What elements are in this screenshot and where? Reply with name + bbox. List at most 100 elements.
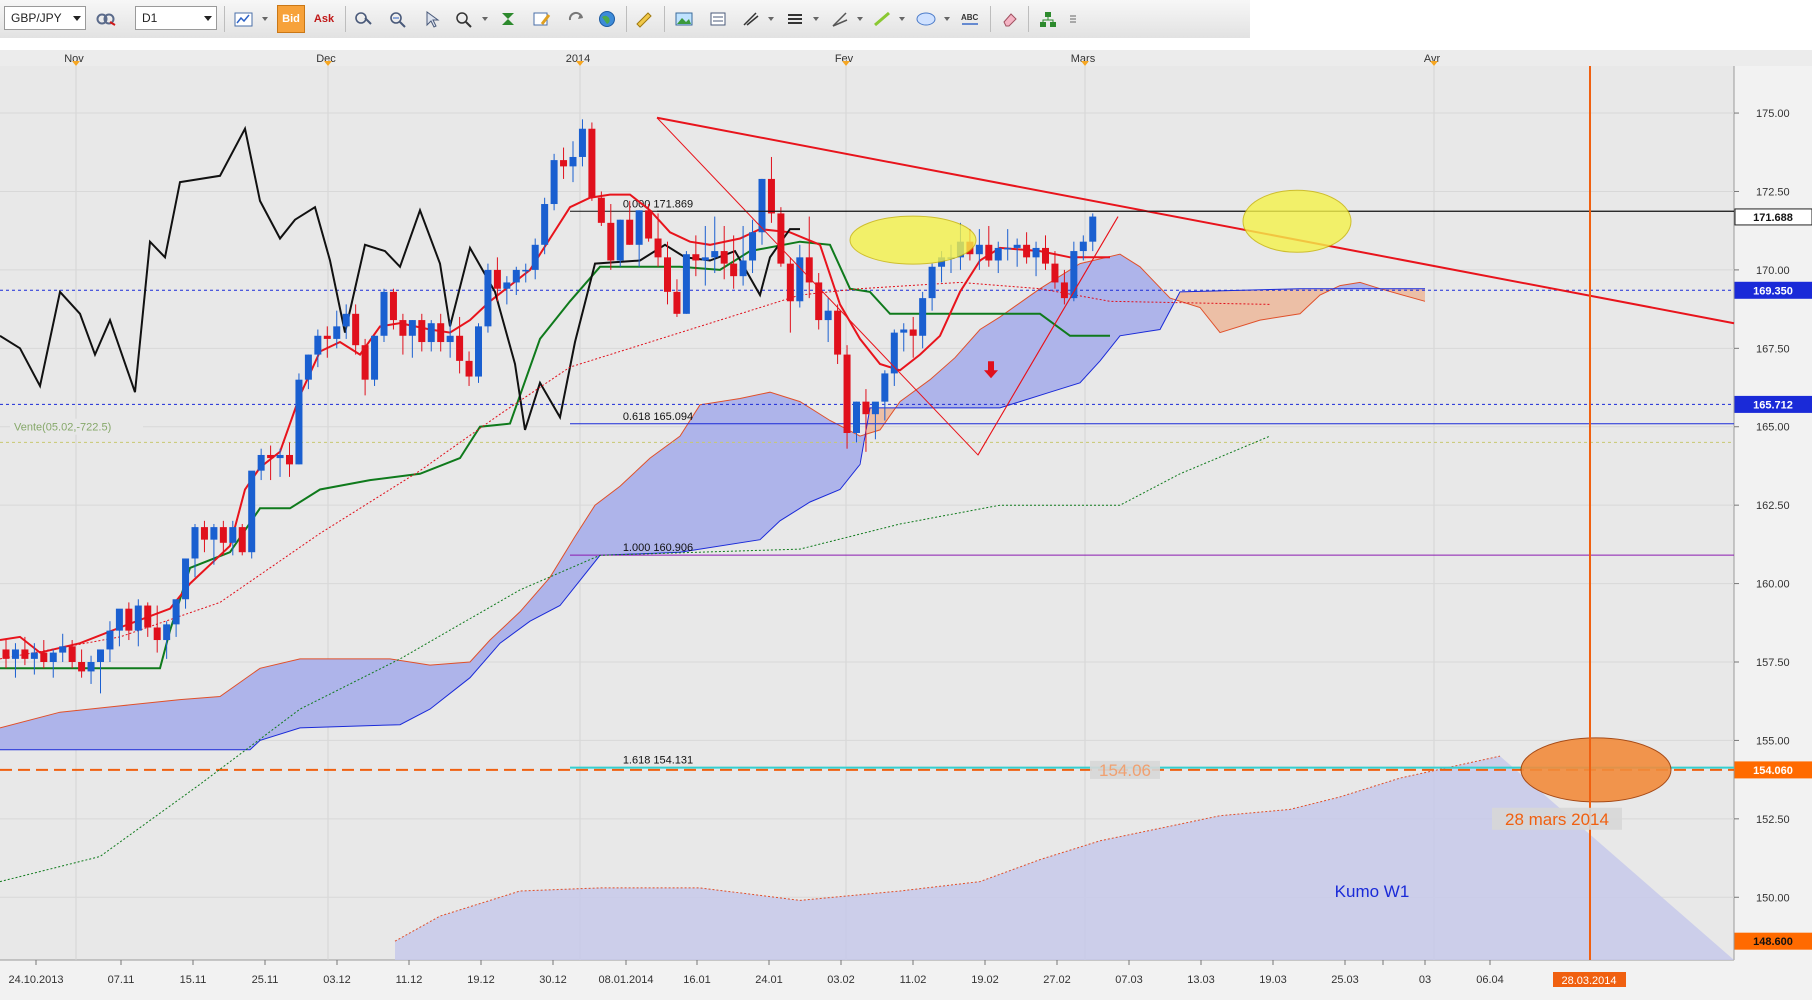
refresh-icon[interactable]	[562, 5, 590, 33]
image-icon[interactable]	[670, 5, 698, 33]
candle-body	[550, 160, 558, 205]
candle-body	[21, 649, 29, 659]
chevron-down-icon[interactable]	[899, 17, 905, 21]
candle-body	[134, 605, 142, 631]
candle-body	[286, 454, 293, 465]
price-axis	[1734, 66, 1812, 960]
chart-area[interactable]: Nov Dec 2014 Fev Mars Avr 0.000 171.8690.618 …	[0, 38, 1812, 1000]
horizontal-line-icon[interactable]	[781, 5, 809, 33]
chevron-down-icon[interactable]	[857, 17, 863, 21]
trendline-icon[interactable]	[826, 5, 854, 33]
draw-tools-icon[interactable]	[737, 5, 765, 33]
date-label: 08.01.2014	[598, 974, 653, 986]
chevron-down-icon[interactable]	[813, 17, 819, 21]
candle-body	[125, 608, 133, 631]
chevron-down-icon[interactable]	[262, 17, 268, 21]
candle-body	[40, 652, 48, 662]
candle-body	[30, 652, 38, 659]
candle-body	[115, 608, 123, 631]
candle-body	[267, 454, 275, 459]
symbol-value: GBP/JPY	[11, 11, 62, 25]
crosshair-icon[interactable]	[384, 5, 412, 33]
chevron-down-icon[interactable]	[768, 17, 774, 21]
ask-button[interactable]: Ask	[310, 5, 338, 33]
date-label: 25.03	[1331, 974, 1359, 986]
indicator-icon[interactable]	[230, 5, 258, 33]
candle-body	[673, 291, 681, 314]
candle-body	[664, 257, 671, 292]
candle-body	[919, 298, 927, 336]
candle-body	[881, 373, 889, 402]
candle-body	[323, 335, 331, 339]
date-label: 27.02	[1043, 974, 1071, 986]
more-icon[interactable]	[1064, 5, 1082, 33]
candle-body	[191, 527, 199, 559]
price-tick-label: 150.00	[1756, 892, 1790, 904]
chevron-down-icon[interactable]	[482, 17, 488, 21]
candle-body	[465, 360, 473, 377]
candle-body	[475, 326, 482, 377]
date-marker-label: 28.03.2014	[1561, 975, 1616, 987]
candle-body	[380, 291, 388, 336]
candle-body	[909, 329, 917, 336]
candle-body	[711, 251, 719, 258]
text-icon[interactable]: ABC	[956, 5, 984, 33]
ellipse-icon[interactable]	[912, 5, 940, 33]
candle-body	[900, 329, 908, 333]
candle-body	[2, 649, 10, 659]
candle-body	[144, 605, 152, 628]
eraser-icon[interactable]	[996, 5, 1024, 33]
price-tick-label: 152.50	[1756, 814, 1790, 826]
kumo-w1-label: Kumo W1	[1335, 882, 1410, 901]
candle-body	[371, 335, 379, 380]
template-icon[interactable]	[704, 5, 732, 33]
symbol-select[interactable]: GBP/JPY	[4, 6, 86, 30]
candle-body	[569, 156, 577, 167]
candle-body	[493, 269, 501, 289]
candle-body	[314, 335, 322, 355]
fib-level-label: 1.000 160.906	[623, 542, 693, 554]
candle-body	[333, 326, 341, 339]
bid-button[interactable]: Bid	[277, 5, 305, 33]
toolbar-separator	[626, 6, 627, 32]
price-tick-label: 157.50	[1756, 657, 1790, 669]
candle-body	[871, 401, 879, 415]
globe-icon[interactable]	[593, 5, 621, 33]
zoom-icon[interactable]	[450, 5, 478, 33]
pointer-icon[interactable]	[418, 5, 446, 33]
date-label: 11.02	[900, 974, 927, 986]
candle-body	[720, 251, 728, 264]
candle-body	[560, 160, 568, 167]
candle-body	[834, 310, 842, 355]
candle-body	[276, 454, 284, 459]
chevron-down-icon[interactable]	[944, 17, 950, 21]
candle-body	[1032, 247, 1040, 258]
cursor-icon[interactable]	[350, 5, 378, 33]
highlight-ellipse	[849, 215, 977, 265]
candle-body	[522, 269, 530, 272]
candle-body	[352, 313, 360, 346]
target-price-label: 154.06	[1099, 761, 1151, 780]
properties-icon[interactable]	[528, 5, 556, 33]
date-label: 19.02	[971, 974, 999, 986]
price-tag-label: 165.712	[1753, 399, 1793, 411]
timeframe-select[interactable]: D1	[135, 6, 217, 30]
highlight-ellipse	[1242, 189, 1352, 253]
target-ellipse	[1520, 737, 1672, 803]
line-icon[interactable]	[868, 5, 896, 33]
date-label: 16.01	[683, 974, 711, 986]
date-label: 13.03	[1187, 974, 1215, 986]
candle-body	[626, 219, 634, 245]
hierarchy-icon[interactable]	[1034, 5, 1062, 33]
candle-body	[607, 222, 615, 261]
candle-body	[399, 320, 407, 336]
link-chart-icon[interactable]	[92, 5, 120, 33]
vente-label: Vente(05.02,-722.5)	[14, 422, 111, 434]
svg-text:ABC: ABC	[961, 13, 979, 22]
fit-icon[interactable]	[494, 5, 522, 33]
candle-body	[843, 354, 851, 434]
candle-body	[805, 257, 813, 283]
date-label: 24.10.2013	[8, 974, 63, 986]
ruler-icon[interactable]	[630, 5, 658, 33]
candle-body	[1051, 263, 1059, 283]
